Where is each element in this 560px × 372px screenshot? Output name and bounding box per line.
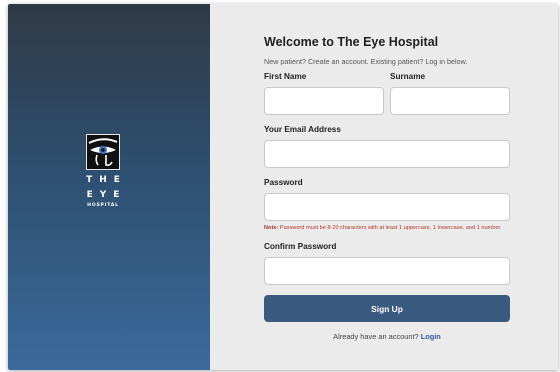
email-group: Your Email Address: [264, 125, 510, 168]
confirm-password-label: Confirm Password: [264, 242, 337, 251]
password-group: Password Note: Password must be 8-20 cha…: [264, 178, 510, 232]
login-link[interactable]: Login: [421, 332, 441, 341]
brand-panel: THE EYE HOSPITAL: [8, 4, 210, 370]
eye-of-horus-icon: [86, 134, 120, 170]
logo-word-eye: EYE: [86, 190, 127, 200]
login-prompt: Already have an account? Login: [264, 332, 510, 341]
first-name-input[interactable]: [264, 87, 384, 115]
first-name-label: First Name: [264, 72, 307, 81]
logo-word-hospital: HOSPITAL: [87, 203, 119, 208]
name-row: First Name Surname: [264, 72, 510, 115]
email-input[interactable]: [264, 140, 510, 168]
hospital-logo: THE EYE HOSPITAL: [78, 134, 128, 208]
surname-input[interactable]: [390, 87, 510, 115]
confirm-password-group: Confirm Password: [264, 242, 510, 285]
sign-up-button[interactable]: Sign Up: [264, 295, 510, 322]
form-panel: Welcome to The Eye Hospital New patient?…: [210, 4, 558, 370]
email-label: Your Email Address: [264, 125, 341, 134]
first-name-group: First Name: [264, 72, 384, 115]
password-label: Password: [264, 178, 303, 187]
password-note-text: Password must be 8-20 characters with at…: [278, 225, 502, 231]
password-note: Note: Password must be 8-20 characters w…: [264, 225, 510, 232]
page-title: Welcome to The Eye Hospital: [264, 35, 439, 49]
signup-form: Welcome to The Eye Hospital New patient?…: [264, 34, 510, 341]
surname-group: Surname: [390, 72, 510, 115]
page-subtitle: New patient? Create an account. Existing…: [264, 57, 468, 66]
login-prompt-text: Already have an account?: [333, 332, 421, 341]
password-note-prefix: Note:: [264, 225, 279, 231]
confirm-password-input[interactable]: [264, 257, 510, 285]
logo-word-the: THE: [86, 175, 127, 185]
password-input[interactable]: [264, 193, 510, 221]
surname-label: Surname: [390, 72, 426, 81]
signup-window: THE EYE HOSPITAL Welcome to The Eye Hosp…: [8, 4, 558, 370]
